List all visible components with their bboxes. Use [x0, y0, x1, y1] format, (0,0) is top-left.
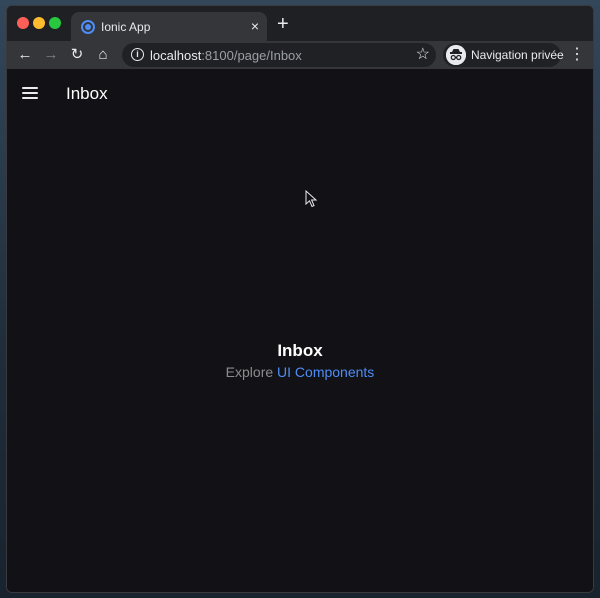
tab-close-icon[interactable]: × [251, 17, 259, 35]
minimize-window-button[interactable] [33, 17, 45, 29]
browser-toolbar: ← → ↻ ⌂ i localhost:8100/page/Inbox ☆ Na… [7, 41, 593, 69]
browser-window: Ionic App × + ← → ↻ ⌂ i localhost:8100/p… [6, 5, 594, 593]
close-window-button[interactable] [17, 17, 29, 29]
incognito-icon [446, 45, 466, 65]
app-header: Inbox [7, 69, 593, 121]
tab-strip: Ionic App × + [7, 6, 593, 41]
explore-text: Explore [225, 364, 274, 380]
ionic-app: Inbox Inbox Explore UI Components [7, 69, 593, 592]
new-tab-button[interactable]: + [277, 13, 289, 35]
reload-icon[interactable]: ↻ [67, 45, 87, 65]
forward-icon[interactable]: → [41, 45, 61, 65]
maximize-window-button[interactable] [49, 17, 61, 29]
url-path: :8100/page/Inbox [201, 48, 302, 63]
ui-components-link[interactable]: UI Components [277, 364, 374, 380]
browser-menu-icon[interactable]: ⋮ [569, 45, 585, 65]
mouse-cursor-icon [305, 190, 318, 208]
address-bar[interactable]: i localhost:8100/page/Inbox ☆ [122, 43, 436, 67]
ionic-logo-icon [81, 20, 95, 34]
tab-ionic-app[interactable]: Ionic App × [71, 12, 267, 41]
site-info-icon[interactable]: i [131, 48, 144, 61]
content-container: Inbox Explore UI Components [7, 341, 593, 382]
page-title: Inbox [66, 84, 108, 103]
url-text: localhost:8100/page/Inbox [150, 48, 302, 63]
incognito-label: Navigation privée [471, 48, 564, 62]
tab-title: Ionic App [101, 20, 151, 34]
home-icon[interactable]: ⌂ [93, 45, 113, 65]
incognito-badge[interactable]: Navigation privée [443, 43, 564, 67]
menu-toggle-icon[interactable] [22, 86, 38, 100]
content-title: Inbox [277, 341, 323, 360]
content-subtitle: Explore UI Components [7, 362, 593, 382]
url-host: localhost [150, 48, 202, 63]
back-icon[interactable]: ← [15, 45, 35, 65]
bookmark-star-icon[interactable]: ☆ [416, 45, 430, 65]
